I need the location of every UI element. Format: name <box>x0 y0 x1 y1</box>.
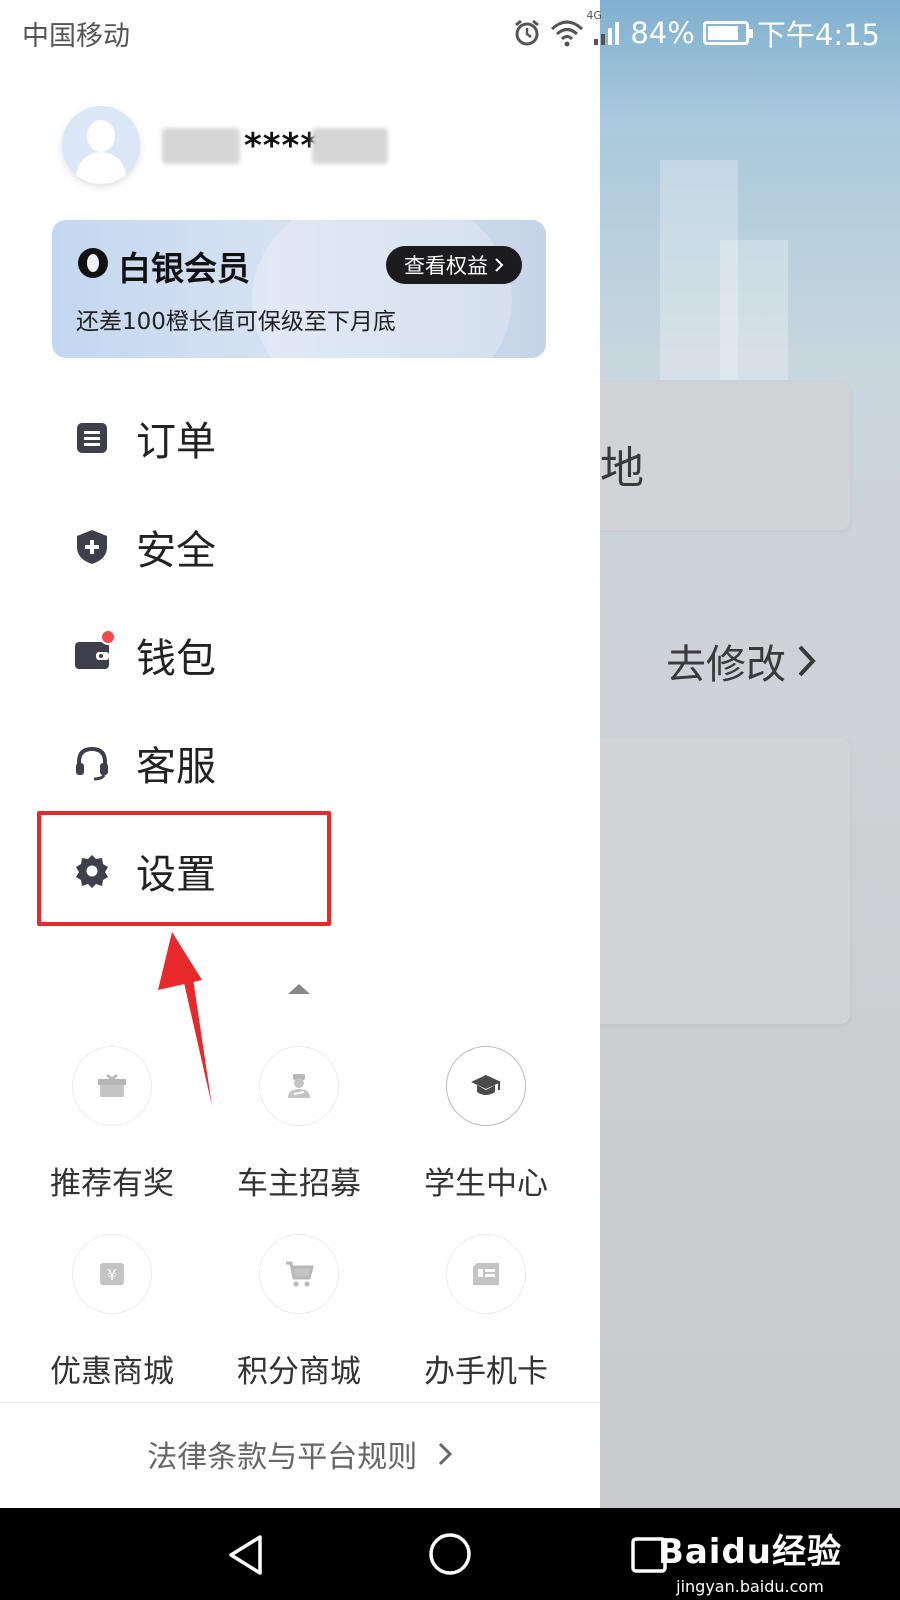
legal-terms-label: 法律条款与平台规则 <box>147 1440 418 1475</box>
view-benefits-button[interactable]: 查看权益 <box>386 246 522 284</box>
annotation-arrow-icon <box>158 932 212 1106</box>
alarm-icon <box>512 18 542 48</box>
grid-item-label: 学生中心 <box>424 1166 548 1202</box>
collapse-arrow-icon[interactable] <box>288 984 310 994</box>
gift-icon <box>72 1046 152 1126</box>
navigation-drawer: **** 白银会员 查看权益 还差100橙长值可保级至下月底 订单 安全 钱包 <box>0 0 600 1508</box>
redacted-text <box>312 128 388 164</box>
wifi-icon <box>550 19 584 47</box>
username[interactable]: **** <box>162 124 398 168</box>
carrier-name: 中国移动 <box>22 21 130 52</box>
menu-item-label: 客服 <box>136 744 216 790</box>
chevron-right-icon <box>438 1442 452 1466</box>
menu-item-label: 钱包 <box>136 636 216 682</box>
silver-member-icon <box>78 248 108 278</box>
back-icon[interactable] <box>226 1534 266 1576</box>
svg-text:¥: ¥ <box>107 1266 117 1284</box>
chevron-right-icon <box>798 645 816 677</box>
battery-percent: 84% <box>630 16 695 50</box>
cart-icon <box>259 1234 339 1314</box>
view-benefits-label: 查看权益 <box>404 254 488 278</box>
driver-icon <box>259 1046 339 1126</box>
menu-item-security[interactable]: 安全 <box>74 512 394 582</box>
wallet-icon <box>74 629 116 673</box>
menu-item-customer-service[interactable]: 客服 <box>74 728 394 798</box>
shield-icon <box>74 529 110 565</box>
sim-card-icon <box>446 1234 526 1314</box>
legal-terms-link[interactable]: 法律条款与平台规则 <box>0 1432 600 1476</box>
grid-item-label: 积分商城 <box>237 1354 361 1390</box>
yuan-icon: ¥ <box>72 1234 152 1314</box>
grid-item-label: 推荐有奖 <box>50 1166 174 1202</box>
grid-item-student-center[interactable]: 学生中心 <box>406 1046 566 1203</box>
background-card-text: 地 <box>600 443 644 494</box>
grid-item-label: 车主招募 <box>237 1166 361 1202</box>
order-icon <box>74 420 110 456</box>
grid-item-label: 优惠商城 <box>50 1354 174 1390</box>
edit-link-label: 去修改 <box>666 642 786 688</box>
watermark-sub: jingyan.baidu.com <box>676 1577 824 1596</box>
clock: 下午4:15 <box>756 18 880 52</box>
notification-badge <box>100 629 116 645</box>
menu-item-orders[interactable]: 订单 <box>74 403 394 473</box>
membership-card[interactable]: 白银会员 查看权益 还差100橙长值可保级至下月底 <box>52 220 546 358</box>
edit-link[interactable]: 去修改 <box>666 632 818 690</box>
grid-item-driver-recruitment[interactable]: 车主招募 <box>219 1046 379 1203</box>
watermark-main: Baidu经验 <box>657 1532 842 1572</box>
battery-icon <box>702 21 753 45</box>
menu-item-label: 订单 <box>136 419 216 465</box>
chevron-right-icon <box>495 258 504 272</box>
battery-fill <box>707 26 739 40</box>
grid-item-label: 办手机卡 <box>424 1354 548 1390</box>
divider <box>0 1402 600 1403</box>
highlight-box <box>37 811 331 926</box>
menu-item-wallet[interactable]: 钱包 <box>74 620 394 690</box>
membership-subtitle: 还差100橙长值可保级至下月底 <box>76 309 396 335</box>
redacted-text <box>162 128 240 164</box>
menu-item-label: 安全 <box>136 528 216 574</box>
background-building <box>720 240 788 380</box>
home-icon[interactable] <box>428 1532 472 1576</box>
membership-title: 白银会员 <box>118 249 250 288</box>
graduation-cap-icon <box>446 1046 526 1126</box>
avatar[interactable] <box>62 106 140 184</box>
headset-icon <box>74 745 110 781</box>
network-type: 4G <box>586 9 602 22</box>
grid-item-sim-card[interactable]: 办手机卡 <box>406 1234 566 1391</box>
background-content-card[interactable] <box>560 738 850 1024</box>
grid-item-discount-mall[interactable]: ¥ 优惠商城 <box>32 1234 192 1391</box>
signal-icon: 4G <box>586 9 622 47</box>
grid-item-points-mall[interactable]: 积分商城 <box>219 1234 379 1391</box>
status-bar: 中国移动 4G 84% 下午4:15 <box>0 0 900 64</box>
baidu-watermark: Baidu经验 jingyan.baidu.com <box>658 1524 842 1596</box>
username-masked: **** <box>244 126 320 166</box>
